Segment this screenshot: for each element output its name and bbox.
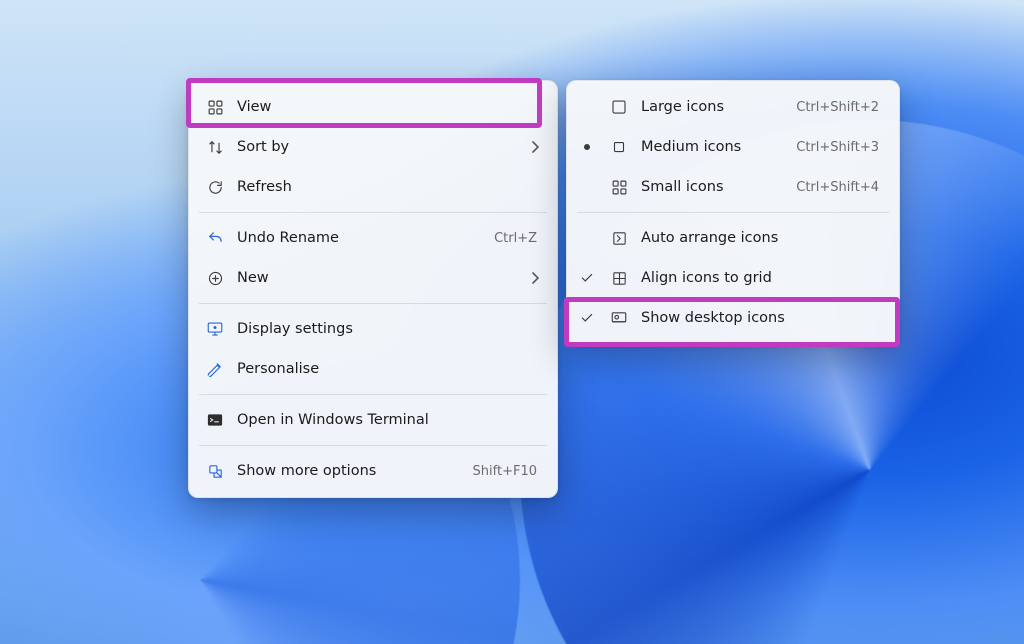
show-desktop-icons-icon — [609, 308, 629, 328]
separator — [199, 394, 547, 395]
menu-item-accelerator: Ctrl+Shift+2 — [796, 100, 883, 115]
menu-item-sort-by[interactable]: Sort by — [195, 127, 551, 167]
large-icons-icon — [609, 97, 629, 117]
align-grid-icon — [609, 268, 629, 288]
radio-indicator-selected — [577, 144, 597, 150]
menu-item-accelerator: Ctrl+Shift+3 — [796, 140, 883, 155]
desktop-background[interactable]: View Sort by Refresh — [0, 0, 1024, 644]
menu-item-label: Auto arrange icons — [641, 230, 883, 246]
check-indicator-checked — [577, 271, 597, 285]
new-icon — [205, 268, 225, 288]
separator — [199, 445, 547, 446]
check-indicator-checked — [577, 311, 597, 325]
menu-item-label: Large icons — [641, 99, 784, 115]
menu-item-personalise[interactable]: Personalise — [195, 349, 551, 389]
menu-item-accelerator: Ctrl+Z — [494, 231, 541, 246]
view-icon — [205, 97, 225, 117]
auto-arrange-icon — [609, 228, 629, 248]
menu-item-show-more-options[interactable]: Show more options Shift+F10 — [195, 451, 551, 491]
small-icons-icon — [609, 177, 629, 197]
submenu-item-small-icons[interactable]: Small icons Ctrl+Shift+4 — [573, 167, 893, 207]
submenu-item-auto-arrange[interactable]: Auto arrange icons — [573, 218, 893, 258]
display-settings-icon — [205, 319, 225, 339]
menu-item-label: Personalise — [237, 361, 541, 377]
medium-icons-icon — [609, 137, 629, 157]
sort-icon — [205, 137, 225, 157]
terminal-icon — [205, 410, 225, 430]
undo-icon — [205, 228, 225, 248]
menu-item-refresh[interactable]: Refresh — [195, 167, 551, 207]
chevron-right-icon — [531, 272, 541, 284]
menu-item-undo-rename[interactable]: Undo Rename Ctrl+Z — [195, 218, 551, 258]
submenu-item-align-to-grid[interactable]: Align icons to grid — [573, 258, 893, 298]
show-more-icon — [205, 461, 225, 481]
menu-item-label: Small icons — [641, 179, 784, 195]
menu-item-label: Refresh — [237, 179, 541, 195]
menu-item-label: View — [237, 99, 541, 115]
menu-item-label: Medium icons — [641, 139, 784, 155]
view-submenu: Large icons Ctrl+Shift+2 Medium icons Ct… — [566, 80, 900, 345]
menu-item-new[interactable]: New — [195, 258, 551, 298]
submenu-item-large-icons[interactable]: Large icons Ctrl+Shift+2 — [573, 87, 893, 127]
menu-item-open-terminal[interactable]: Open in Windows Terminal — [195, 400, 551, 440]
submenu-item-show-desktop-icons[interactable]: Show desktop icons — [573, 298, 893, 338]
menu-item-label: Show more options — [237, 463, 461, 479]
menu-item-label: Open in Windows Terminal — [237, 412, 541, 428]
menu-item-label: Undo Rename — [237, 230, 482, 246]
menu-item-label: Sort by — [237, 139, 519, 155]
menu-item-accelerator: Shift+F10 — [473, 464, 541, 479]
submenu-item-medium-icons[interactable]: Medium icons Ctrl+Shift+3 — [573, 127, 893, 167]
context-menu: View Sort by Refresh — [188, 80, 558, 498]
menu-item-display-settings[interactable]: Display settings — [195, 309, 551, 349]
menu-item-view[interactable]: View — [195, 87, 551, 127]
menu-item-label: New — [237, 270, 519, 286]
separator — [577, 212, 889, 213]
refresh-icon — [205, 177, 225, 197]
menu-item-label: Show desktop icons — [641, 310, 883, 326]
separator — [199, 212, 547, 213]
personalise-icon — [205, 359, 225, 379]
chevron-right-icon — [531, 141, 541, 153]
menu-item-accelerator: Ctrl+Shift+4 — [796, 180, 883, 195]
menu-item-label: Align icons to grid — [641, 270, 883, 286]
separator — [199, 303, 547, 304]
menu-item-label: Display settings — [237, 321, 541, 337]
